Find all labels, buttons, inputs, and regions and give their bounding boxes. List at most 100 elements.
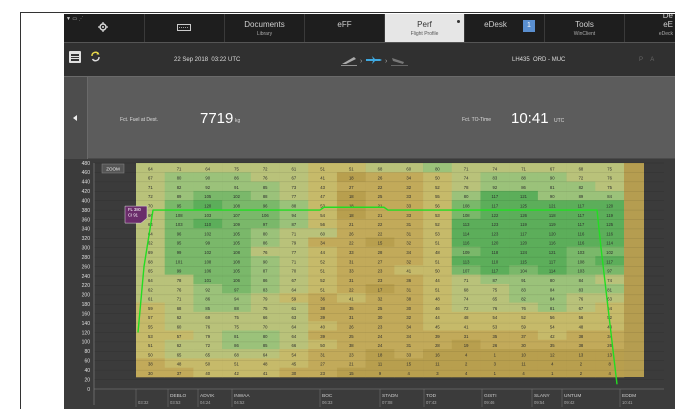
heatmap-value: 48 bbox=[435, 250, 440, 255]
heatmap-value: 72 bbox=[148, 194, 153, 199]
heatmap-value: 30 bbox=[148, 371, 153, 376]
heatmap-value: 82 bbox=[579, 185, 584, 190]
heatmap-value: 118 bbox=[549, 213, 556, 218]
heatmap-value: 96 bbox=[263, 204, 268, 209]
heatmap-value: 76 bbox=[492, 306, 497, 311]
menu-keyboard[interactable] bbox=[144, 14, 224, 42]
heatmap-value: 106 bbox=[233, 278, 241, 283]
y-tick-label: 240 bbox=[82, 274, 91, 280]
y-tick-label: 200 bbox=[82, 293, 91, 299]
heatmap-value: 80 bbox=[263, 231, 268, 236]
heatmap-value: 31 bbox=[406, 231, 411, 236]
heatmap-value: 62 bbox=[148, 241, 153, 246]
heatmap-value: 22 bbox=[378, 222, 383, 227]
heatmap-value: 97 bbox=[234, 287, 239, 292]
heatmap-value: 25 bbox=[349, 334, 354, 339]
heatmap-value: 13 bbox=[579, 352, 584, 357]
heatmap-value: 42 bbox=[234, 371, 239, 376]
heatmap-value: 27 bbox=[349, 185, 354, 190]
heatmap-value: 116 bbox=[578, 231, 585, 236]
y-tick-label: 260 bbox=[82, 264, 91, 270]
menu-edesk[interactable]: eDesk 1 bbox=[464, 14, 544, 42]
menu-edeck[interactable]: De eE eDeck bbox=[624, 14, 675, 42]
heatmap-value: 125 bbox=[606, 222, 614, 227]
heatmap-value: 88 bbox=[292, 204, 297, 209]
heatmap-right-band bbox=[624, 163, 644, 377]
heatmap-value: 55 bbox=[435, 194, 440, 199]
waypoint-name: SLANY bbox=[534, 393, 551, 399]
info-date: 22 Sep 2018 bbox=[174, 57, 209, 63]
heatmap-value: 66 bbox=[263, 315, 268, 320]
heatmap-value: 81 bbox=[607, 287, 612, 292]
menu-edeck-label: eE bbox=[663, 20, 673, 29]
heatmap-value: 60 bbox=[406, 166, 411, 171]
hamburger-button[interactable] bbox=[69, 51, 81, 63]
heatmap-value: 86 bbox=[234, 176, 239, 181]
heatmap-value: 11 bbox=[521, 362, 526, 367]
heatmap-value: 90 bbox=[550, 176, 555, 181]
heatmap-value: 24 bbox=[378, 343, 383, 348]
heatmap-value: 61 bbox=[292, 166, 297, 171]
heatmap-value: 12 bbox=[550, 352, 555, 357]
heatmap-value: 102 bbox=[606, 250, 614, 255]
edesk-badge: 1 bbox=[523, 20, 535, 32]
y-tick-label: 140 bbox=[82, 321, 91, 327]
cruise-icon bbox=[366, 56, 382, 64]
heatmap-value: 52 bbox=[435, 185, 440, 190]
heatmap-value: 84 bbox=[607, 194, 612, 199]
heatmap-value: 32 bbox=[406, 259, 411, 264]
heatmap-value: 94 bbox=[292, 213, 297, 218]
menu-documents[interactable]: Documents Library bbox=[224, 14, 304, 42]
heatmap-value: 31 bbox=[464, 334, 469, 339]
heatmap-value: 53 bbox=[148, 334, 153, 339]
heatmap-value: 71 bbox=[521, 166, 526, 171]
heatmap-value: 26 bbox=[378, 176, 383, 181]
y-tick-label: 380 bbox=[82, 208, 91, 214]
heatmap-value: 57 bbox=[148, 315, 153, 320]
heatmap-value: 124 bbox=[520, 250, 528, 255]
menu-eff[interactable]: eFF bbox=[304, 14, 384, 42]
sync-icon[interactable] bbox=[90, 51, 101, 62]
heatmap-value: 36 bbox=[320, 297, 325, 302]
menu-tools-sub: WinClient bbox=[573, 31, 596, 37]
heatmap-value: 120 bbox=[520, 241, 528, 246]
menu-perf-sub: Flight Profile bbox=[410, 31, 439, 37]
y-tick-label: 360 bbox=[82, 217, 91, 223]
panel-toggle[interactable] bbox=[64, 77, 88, 159]
heatmap-value: 121 bbox=[520, 194, 528, 199]
menu-tools[interactable]: Tools WinClient bbox=[544, 14, 624, 42]
heatmap-value: 64 bbox=[292, 287, 297, 292]
heatmap-value: 61 bbox=[292, 306, 297, 311]
heatmap-value: 65 bbox=[177, 352, 182, 357]
heatmap-value: 48 bbox=[579, 324, 584, 329]
waypoint-time: 06:33 bbox=[322, 400, 333, 405]
heatmap-value: 76 bbox=[579, 297, 584, 302]
takeoff-icon bbox=[341, 57, 357, 66]
heatmap-value: 59 bbox=[521, 324, 526, 329]
heatmap-value: 114 bbox=[606, 241, 613, 246]
menu-documents-label: Documents bbox=[244, 20, 285, 29]
heatmap-value: 76 bbox=[263, 250, 268, 255]
heatmap-value: 110 bbox=[204, 222, 211, 227]
heatmap-value: 116 bbox=[578, 241, 585, 246]
heatmap-value: 27 bbox=[320, 362, 325, 367]
heatmap-value: 38 bbox=[406, 297, 411, 302]
heatmap-value: 74 bbox=[607, 278, 612, 283]
heatmap-value: 33 bbox=[349, 250, 354, 255]
y-tick-label: 80 bbox=[84, 349, 90, 355]
heatmap-value: 38 bbox=[349, 343, 354, 348]
flight-info-bar: 22 Sep 2018 03:22 UTC › › LH435 ORD - MU… bbox=[64, 42, 675, 76]
heatmap-value: 52 bbox=[435, 222, 440, 227]
heatmap-value: 22 bbox=[378, 231, 383, 236]
heatmap-value: 64 bbox=[292, 324, 297, 329]
heatmap-value: 39 bbox=[320, 334, 325, 339]
heatmap-value: 38 bbox=[148, 362, 153, 367]
flight-number: LH435 bbox=[512, 57, 530, 63]
heatmap-value: 109 bbox=[233, 222, 241, 227]
heatmap-value: 71 bbox=[464, 278, 469, 283]
menu-settings[interactable] bbox=[64, 14, 144, 42]
heatmap-value: 48 bbox=[263, 362, 268, 367]
heatmap-value: 86 bbox=[263, 241, 268, 246]
flight-phase-icons: › › bbox=[341, 56, 408, 66]
heatmap-value: 28 bbox=[378, 250, 383, 255]
